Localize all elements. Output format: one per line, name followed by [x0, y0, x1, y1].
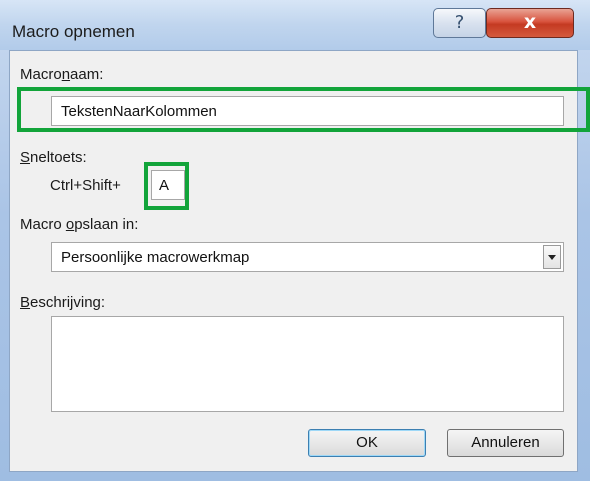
description-label-part: eschrijving: [30, 294, 106, 311]
store-label-part: Macro [20, 216, 66, 233]
description-textarea[interactable] [51, 316, 564, 412]
help-button[interactable]: ? [433, 8, 486, 38]
store-macro-select[interactable]: Persoonlijke macrowerkmap [51, 242, 564, 272]
macro-dialog: Macro opnemen ? x Macronaam: TekstenNaar… [0, 0, 590, 481]
close-button[interactable]: x [486, 8, 574, 38]
cancel-button[interactable]: Annuleren [447, 429, 564, 457]
store-macro-label: Macro opslaan in: [20, 216, 138, 233]
description-label-accesskey: B [20, 294, 31, 311]
help-icon: ? [454, 12, 465, 33]
macro-name-label-part: aam: [70, 66, 104, 83]
window-title: Macro opnemen [12, 22, 135, 41]
shortcut-prefix: Ctrl+Shift+ [50, 177, 121, 194]
shortcut-label-accesskey: S [20, 149, 31, 166]
shortcut-label: Sneltoets: [20, 149, 87, 166]
close-icon: x [523, 11, 537, 33]
ok-button[interactable]: OK [308, 429, 426, 457]
shortcut-label-part: neltoets: [30, 149, 87, 166]
macro-name-label-part: Macro [20, 66, 62, 83]
highlight-shortcut-key [144, 162, 189, 210]
dropdown-arrow-icon[interactable] [543, 245, 561, 269]
store-label-part: pslaan in: [74, 216, 139, 233]
store-macro-value: Persoonlijke macrowerkmap [61, 249, 250, 266]
highlight-macro-name [17, 87, 590, 132]
title-bar[interactable]: Macro opnemen ? x [0, 0, 590, 50]
macro-name-label-accesskey: n [61, 66, 71, 83]
description-label: Beschrijving: [20, 294, 105, 311]
store-label-accesskey: o [65, 216, 75, 233]
macro-name-label: Macronaam: [20, 66, 103, 83]
